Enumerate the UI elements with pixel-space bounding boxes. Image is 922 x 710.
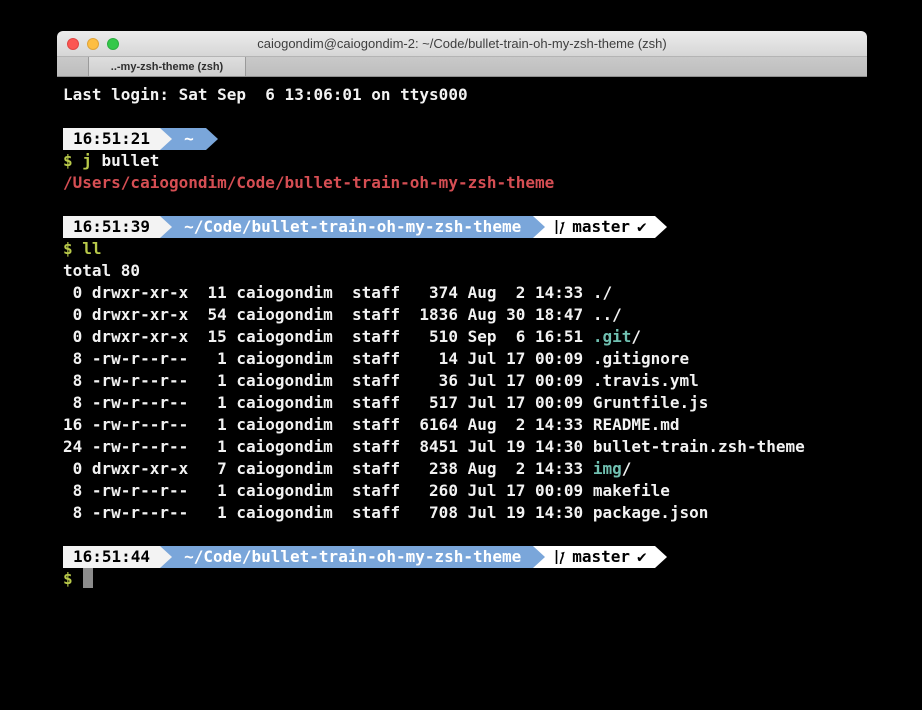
git-branch-icon <box>553 549 565 565</box>
file-listing-row: 8 -rw-r--r-- 1 caiogondim staff 260 Jul … <box>63 480 867 502</box>
prompt-line-1: 16:51:21 ~ <box>63 128 867 150</box>
text-cursor <box>83 568 93 588</box>
tab-zsh[interactable]: ..-my-zsh-theme (zsh) <box>88 57 246 76</box>
prompt-dollar: $ <box>63 569 82 588</box>
file-listing-row: 0 drwxr-xr-x 15 caiogondim staff 510 Sep… <box>63 326 867 348</box>
title-bar[interactable]: caiogondim@caiogondim-2: ~/Code/bullet-t… <box>57 31 867 57</box>
terminal-screen[interactable]: Last login: Sat Sep 6 13:06:01 on ttys00… <box>57 78 867 710</box>
powerline-separator-icon <box>160 216 172 238</box>
prompt-time-segment: 16:51:44 <box>63 546 160 568</box>
prompt-dir-segment: ~/Code/bullet-train-oh-my-zsh-theme <box>172 216 533 238</box>
git-clean-check-icon: ✔ <box>637 216 647 238</box>
git-branch-icon <box>553 219 565 235</box>
prompt-time-segment: 16:51:21 <box>63 128 160 150</box>
command-text: ll <box>82 239 101 258</box>
prompt-dir-segment: ~ <box>172 128 206 150</box>
output-path-line: /Users/caiogondim/Code/bullet-train-oh-m… <box>63 172 867 194</box>
powerline-separator-icon <box>160 546 172 568</box>
prompt-line-2: 16:51:39 ~/Code/bullet-train-oh-my-zsh-t… <box>63 216 867 238</box>
file-listing: 0 drwxr-xr-x 11 caiogondim staff 374 Aug… <box>63 282 867 524</box>
command-line-2: $ ll <box>63 238 867 260</box>
last-login-line: Last login: Sat Sep 6 13:06:01 on ttys00… <box>63 84 867 106</box>
powerline-separator-icon <box>206 128 218 150</box>
powerline-separator-icon <box>655 546 667 568</box>
prompt-git-segment: master ✔ <box>545 546 654 568</box>
tab-bar: ..-my-zsh-theme (zsh) <box>57 57 867 77</box>
prompt-git-segment: master ✔ <box>545 216 654 238</box>
terminal-window: caiogondim@caiogondim-2: ~/Code/bullet-t… <box>57 31 867 710</box>
window-title: caiogondim@caiogondim-2: ~/Code/bullet-t… <box>57 36 867 51</box>
listing-total-line: total 80 <box>63 260 867 282</box>
file-listing-row: 8 -rw-r--r-- 1 caiogondim staff 14 Jul 1… <box>63 348 867 370</box>
file-listing-row: 16 -rw-r--r-- 1 caiogondim staff 6164 Au… <box>63 414 867 436</box>
prompt-line-3: 16:51:44 ~/Code/bullet-train-oh-my-zsh-t… <box>63 546 867 568</box>
command-line-3: $ <box>63 568 867 590</box>
git-branch-name: master <box>572 216 630 238</box>
prompt-time-segment: 16:51:39 <box>63 216 160 238</box>
prompt-dollar: $ <box>63 239 82 258</box>
powerline-separator-icon <box>655 216 667 238</box>
powerline-separator-icon <box>160 128 172 150</box>
prompt-dir-segment: ~/Code/bullet-train-oh-my-zsh-theme <box>172 546 533 568</box>
command-args: bullet <box>92 151 159 170</box>
file-listing-row: 24 -rw-r--r-- 1 caiogondim staff 8451 Ju… <box>63 436 867 458</box>
command-line-1: $ j bullet <box>63 150 867 172</box>
git-branch-name: master <box>572 546 630 568</box>
command-text: j <box>82 151 92 170</box>
prompt-dollar: $ <box>63 151 82 170</box>
powerline-separator-icon <box>533 216 545 238</box>
file-listing-row: 8 -rw-r--r-- 1 caiogondim staff 708 Jul … <box>63 502 867 524</box>
powerline-separator-icon <box>533 546 545 568</box>
file-listing-row: 0 drwxr-xr-x 11 caiogondim staff 374 Aug… <box>63 282 867 304</box>
file-listing-row: 0 drwxr-xr-x 54 caiogondim staff 1836 Au… <box>63 304 867 326</box>
file-listing-row: 8 -rw-r--r-- 1 caiogondim staff 517 Jul … <box>63 392 867 414</box>
git-clean-check-icon: ✔ <box>637 546 647 568</box>
file-listing-row: 0 drwxr-xr-x 7 caiogondim staff 238 Aug … <box>63 458 867 480</box>
file-listing-row: 8 -rw-r--r-- 1 caiogondim staff 36 Jul 1… <box>63 370 867 392</box>
